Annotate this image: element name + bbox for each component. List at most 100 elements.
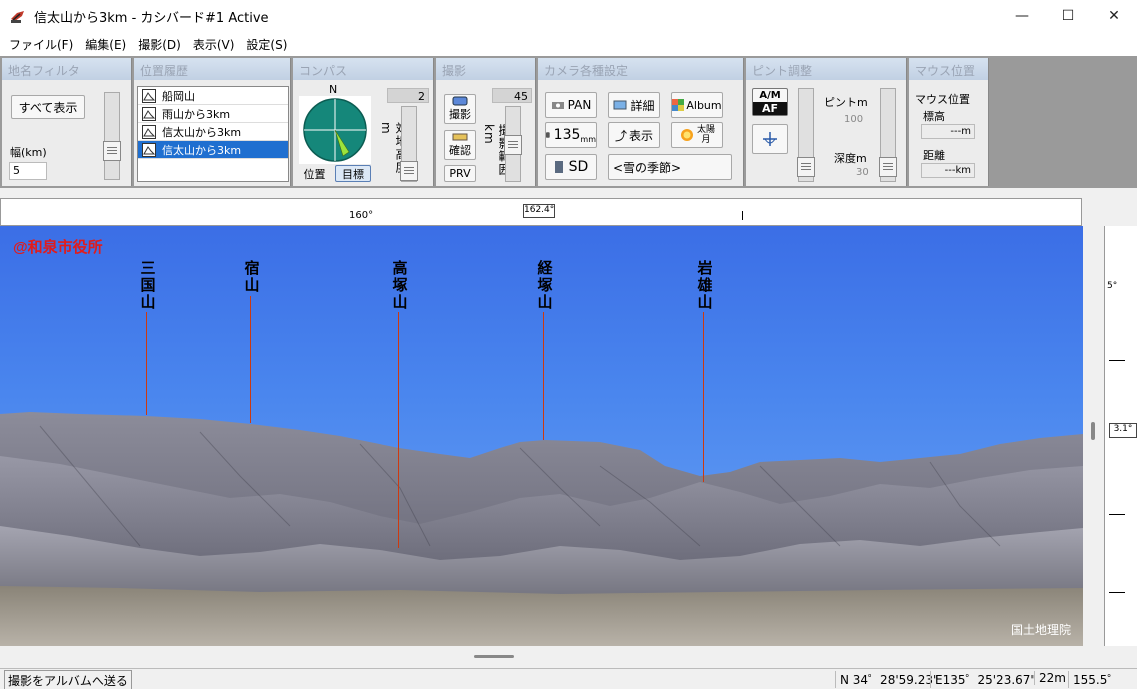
sd-label: SD (568, 159, 589, 175)
peak-label[interactable]: 宿山 (239, 260, 263, 294)
sun-icon (680, 129, 693, 141)
mountain-icon (142, 124, 156, 139)
menu-view[interactable]: 表示(V) (187, 36, 241, 53)
focus-header: ピント調整 (746, 58, 906, 80)
peak-marker-line (543, 312, 544, 440)
heading-tick (742, 211, 743, 220)
pan-button[interactable]: PAN (545, 92, 597, 118)
confirm-button-label: 確認 (449, 144, 471, 157)
altitude: 22m (1034, 671, 1070, 685)
height-slider[interactable] (400, 106, 418, 182)
confirm-button[interactable]: 確認 (444, 130, 476, 160)
menu-edit[interactable]: 編集(E) (79, 36, 132, 53)
am-label: A/M (759, 89, 781, 101)
list-item[interactable]: 船岡山 (138, 87, 288, 105)
compass-header: コンパス (293, 58, 433, 80)
minimize-button[interactable]: — (999, 0, 1045, 32)
current-heading: 162.4° (523, 204, 555, 218)
depth-label: 深度m (834, 152, 867, 165)
history-item-label: 信太山から3km (162, 125, 242, 139)
position-button[interactable]: 位置 (298, 166, 331, 182)
af-mode-toggle[interactable]: A/M AF (752, 88, 788, 116)
peak-label[interactable]: 岩雄山 (692, 260, 716, 311)
mouse-title: マウス位置 (915, 93, 970, 106)
display-button[interactable]: ⤴ 表示 (608, 122, 660, 148)
moon-label: 月 (701, 135, 711, 145)
history-list: 船岡山 雨山から3km 信太山から3km 信太山から3km (137, 86, 289, 182)
display-label: 表示 (629, 128, 654, 143)
shoot-button-label: 撮影 (449, 108, 471, 121)
peak-label[interactable]: 高塚山 (387, 260, 411, 311)
peak-label[interactable]: 三国山 (135, 260, 159, 311)
range-slider[interactable] (504, 106, 522, 182)
height-value[interactable]: 2 (387, 88, 429, 103)
vertical-scrollbar[interactable] (1083, 226, 1104, 646)
season-select[interactable]: <雪の季節> (608, 154, 732, 180)
peak-label[interactable]: 経塚山 (532, 260, 556, 311)
window-title: 信太山から3km - カシバード#1 Active (34, 10, 269, 26)
width-input[interactable]: 5 (9, 162, 47, 180)
af-label: AF (753, 101, 787, 115)
list-item[interactable]: 信太山から3km (138, 123, 288, 141)
lens-unit: mm (580, 135, 596, 144)
history-item-label: 船岡山 (162, 89, 195, 103)
peak-name: 三国山 (138, 260, 157, 311)
elev-label: 標高 (923, 110, 945, 123)
range-value[interactable]: 45 (492, 88, 532, 103)
location-label: @和泉市役所 (13, 239, 103, 256)
app-icon (11, 11, 24, 23)
panorama-view[interactable]: @和泉市役所 三国山 宿山 高塚山 経塚山 岩雄山 国土地理院 (0, 226, 1083, 646)
album-button[interactable]: Album (671, 92, 723, 118)
peak-name: 経塚山 (535, 260, 554, 311)
menu-file[interactable]: ファイル(F) (3, 36, 79, 53)
peak-name: 宿山 (242, 260, 261, 294)
focus-panel: ピント調整 A/M AF ピントm 100 深度m 30 (746, 58, 907, 186)
lens-value: 135 (553, 127, 581, 143)
height-slider-thumb[interactable] (400, 161, 418, 181)
focus-icon (763, 132, 777, 146)
depth-value: 30 (856, 167, 869, 178)
maximize-button[interactable]: ☐ (1045, 0, 1091, 32)
lens-button[interactable]: 135 mm (545, 122, 597, 148)
sd-card-icon (554, 161, 563, 173)
list-item-selected[interactable]: 信太山から3km (138, 141, 288, 159)
prv-button[interactable]: PRV (444, 165, 476, 182)
filter-slider[interactable] (103, 92, 121, 180)
peak-marker-line (250, 296, 251, 423)
pinto-slider-thumb[interactable] (797, 157, 815, 177)
scroll-thumb[interactable] (1091, 422, 1095, 440)
focus-target-button[interactable] (752, 124, 788, 154)
list-item[interactable]: 雨山から3km (138, 105, 288, 123)
heading-ruler[interactable]: 160° 162.4° (0, 198, 1082, 226)
sd-button[interactable]: SD (545, 154, 597, 180)
pan-label: PAN (567, 98, 592, 112)
close-button[interactable]: ✕ (1091, 0, 1137, 32)
depth-slider[interactable] (879, 88, 897, 182)
dist-value: ---km (921, 163, 975, 178)
elevation-angle: 3.1° (1109, 423, 1137, 438)
peak-marker-line (398, 312, 399, 548)
shoot-header: 撮影 (436, 58, 535, 80)
depth-slider-thumb[interactable] (879, 157, 897, 177)
compass-dial[interactable] (299, 96, 371, 164)
history-item-label: 信太山から3km (162, 143, 242, 157)
status-message: 撮影をアルバムへ送る (4, 670, 132, 689)
filter-slider-thumb[interactable] (103, 141, 121, 161)
pinto-slider[interactable] (797, 88, 815, 182)
target-button[interactable]: 目標 (335, 165, 371, 182)
menu-shoot[interactable]: 撮影(D) (132, 36, 187, 53)
show-all-button[interactable]: すべて表示 (11, 95, 85, 119)
detail-button[interactable]: 詳細 (608, 92, 660, 118)
heading-tick-label: 160° (349, 210, 374, 221)
peak-marker-line (703, 312, 704, 482)
peak-marker-line (146, 312, 147, 415)
pinto-label: ピントm (824, 96, 868, 109)
menu-settings[interactable]: 設定(S) (240, 36, 293, 53)
sun-moon-button[interactable]: 太陽 月 (671, 122, 723, 148)
shoot-button[interactable]: 撮影 (444, 94, 476, 124)
compass-panel: コンパス N 対地高度m 2 位置 目標 (293, 58, 434, 186)
range-slider-thumb[interactable] (504, 135, 522, 155)
resize-grip[interactable] (474, 655, 514, 658)
title-bar: 信太山から3km - カシバード#1 Active — ☐ ✕ (0, 0, 1137, 32)
bearing: 155.5゜ (1068, 671, 1123, 688)
